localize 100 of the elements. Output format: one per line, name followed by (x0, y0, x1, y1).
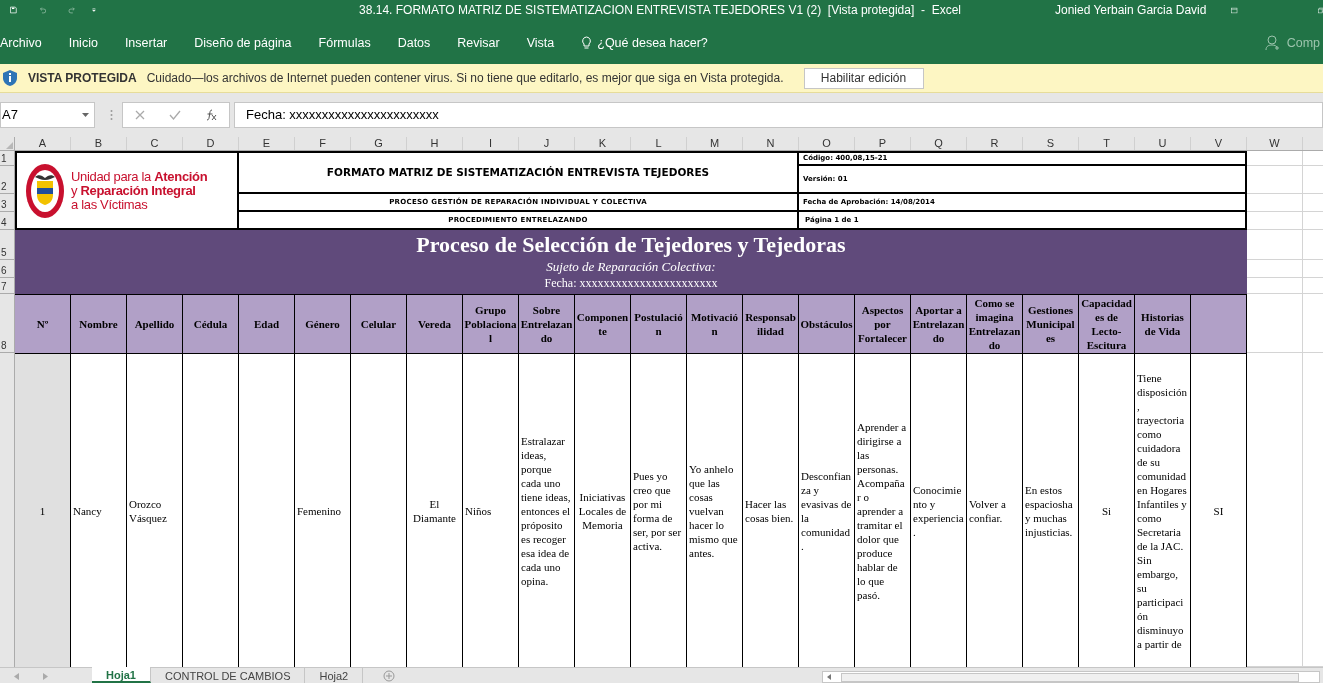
column-heading: Género (295, 294, 351, 353)
name-box[interactable]: A7 (0, 102, 95, 128)
column-heading: Grupo Poblacional (463, 294, 519, 353)
redo-icon[interactable] (68, 4, 77, 16)
column-heading: Capacidades de Lecto-Escitura (1079, 294, 1135, 353)
column-header[interactable]: S (1023, 137, 1079, 150)
column-header[interactable]: Q (911, 137, 967, 150)
column-header[interactable]: D (183, 137, 239, 150)
scroll-left-icon[interactable] (827, 674, 831, 680)
banner-subject: Sujeto de Reparación Colectiva: (546, 258, 716, 276)
table-cell: Hacer las cosas bien. (743, 353, 799, 667)
user-name: Jonied Yerbain Garcia David (1054, 2, 1207, 19)
column-header[interactable]: G (351, 137, 407, 150)
restore-icon[interactable] (1317, 4, 1323, 16)
column-header[interactable]: B (71, 137, 127, 150)
column-header[interactable]: P (855, 137, 911, 150)
ribbon-tab[interactable]: Diseño de página (194, 34, 292, 53)
column-header[interactable]: V (1191, 137, 1247, 150)
cancel-icon[interactable] (135, 110, 145, 120)
ribbon-tab[interactable]: Inicio (68, 34, 98, 53)
column-header[interactable]: K (575, 137, 631, 150)
column-heading: Cédula (183, 294, 239, 353)
column-heading: Motivación (687, 294, 743, 353)
table-cell: Yo anhelo que las cosas vuelvan hacer lo mismo que antes. (687, 353, 743, 667)
column-header[interactable]: A (15, 137, 71, 150)
column-heading: Sobre Entrelazando (519, 294, 575, 353)
ribbon-tab[interactable]: Datos (397, 34, 431, 53)
table-cell: En estos espaciosha y muchas injusticias. (1023, 353, 1079, 667)
horizontal-scrollbar[interactable] (822, 671, 1320, 683)
banner-title: Proceso de Selección de Tejedores y Tejedoras (416, 232, 846, 258)
column-header[interactable]: O (799, 137, 855, 150)
row-header[interactable]: 3 (0, 194, 15, 212)
column-heading: Nº (15, 294, 71, 353)
ribbon-tab[interactable]: Fórmulas (318, 34, 371, 53)
row-header[interactable]: 4 (0, 212, 15, 230)
tell-me-field[interactable]: ¿Qué desea hacer? (581, 34, 708, 53)
table-cell: Estralazar ideas, porque cada uno tiene ideas, entonces el próposito es recoger esa idea de cada uno opina. (519, 353, 575, 667)
table-cell: Aprender a dirigirse a las personas. Acompañar o aprender a tramitar el dolor que produce hablar de lo que pasó. (855, 353, 911, 667)
ribbon-tab[interactable]: Insertar (124, 34, 168, 53)
column-heading: Aspectos por Fortalecer (855, 294, 911, 353)
table-cell: El Diamante (407, 353, 463, 667)
formula-field[interactable]: Fecha: xxxxxxxxxxxxxxxxxxxxxxx (234, 102, 1323, 128)
column-header[interactable]: F (295, 137, 351, 150)
table-cell: SI (1191, 353, 1247, 667)
banner-date: Fecha: xxxxxxxxxxxxxxxxxxxxxxx (544, 276, 718, 291)
save-icon[interactable] (10, 3, 17, 17)
logo-text: Unidad para la Atención y Reparación Integral a las Víctimas (71, 169, 208, 212)
column-header[interactable]: I (463, 137, 519, 150)
scroll-left-icon[interactable] (14, 673, 19, 680)
column-heading: Responsabilidad (743, 294, 799, 353)
column-header[interactable]: J (519, 137, 575, 150)
row-header[interactable]: 8 (0, 294, 15, 353)
ribbon-options-icon[interactable] (1231, 4, 1238, 16)
table-cell: Conocimiento y experiencia. (911, 353, 967, 667)
scroll-right-icon[interactable] (43, 673, 48, 680)
column-header[interactable]: N (743, 137, 799, 150)
table-cell: Pues yo creo que por mi forma de ser, por ser activa. (631, 353, 687, 667)
ribbon-tab[interactable]: Archivo (0, 34, 42, 53)
column-header[interactable]: E (239, 137, 295, 150)
column-heading: Vereda (407, 294, 463, 353)
window-title: 38.14. FORMATO MATRIZ DE SISTEMATIZACION ENTREVISTA TEJEDORES V1 (2) [Vista protegida] - Excel (359, 2, 961, 19)
check-icon[interactable] (169, 110, 181, 120)
ribbon-tab[interactable]: Revisar (457, 34, 500, 53)
column-heading: Postulación (631, 294, 687, 353)
row-header[interactable]: 7 (0, 278, 15, 294)
table-cell: Si (1079, 353, 1135, 667)
row-header[interactable]: 5 (0, 230, 15, 260)
column-header[interactable]: R (967, 137, 1023, 150)
column-heading: Como se imagina Entrelazando (967, 294, 1023, 353)
table-cell: Nancy (71, 353, 127, 667)
column-header[interactable]: H (407, 137, 463, 150)
row-header[interactable]: 1 (0, 151, 15, 166)
undo-icon[interactable] (38, 4, 47, 16)
table-cell: 1 (15, 353, 71, 667)
form-title: FORMATO MATRIZ DE SISTEMATIZACIÓN ENTREVISTA TEJEDORES (239, 151, 799, 194)
column-heading: Aportar a Entrelazando (911, 294, 967, 353)
protected-view-label: VISTA PROTEGIDA (28, 70, 137, 87)
column-heading: Celular (351, 294, 407, 353)
sheet-tab[interactable]: Hoja1 (92, 667, 151, 683)
enable-editing-button[interactable]: Habilitar edición (803, 67, 924, 89)
ribbon-tab[interactable]: Vista (526, 34, 555, 53)
function-icon[interactable] (205, 109, 217, 121)
column-header[interactable]: T (1079, 137, 1135, 150)
table-cell: Niños (463, 353, 519, 667)
lightbulb-icon (581, 36, 593, 51)
column-header[interactable]: M (687, 137, 743, 150)
column-header[interactable]: U (1135, 137, 1191, 150)
column-heading: Componente (575, 294, 631, 353)
row-header[interactable]: 6 (0, 260, 15, 278)
column-heading: Apellido (127, 294, 183, 353)
heading-cell (1191, 294, 1247, 353)
add-sheet-icon[interactable] (383, 670, 396, 682)
row-header[interactable] (0, 353, 15, 667)
column-header[interactable]: L (631, 137, 687, 150)
customize-icon[interactable] (92, 6, 97, 14)
select-all-icon[interactable] (6, 142, 13, 149)
column-header[interactable]: W (1247, 137, 1303, 150)
row-header[interactable]: 2 (0, 166, 15, 194)
caret-icon (82, 113, 89, 117)
column-header[interactable]: C (127, 137, 183, 150)
